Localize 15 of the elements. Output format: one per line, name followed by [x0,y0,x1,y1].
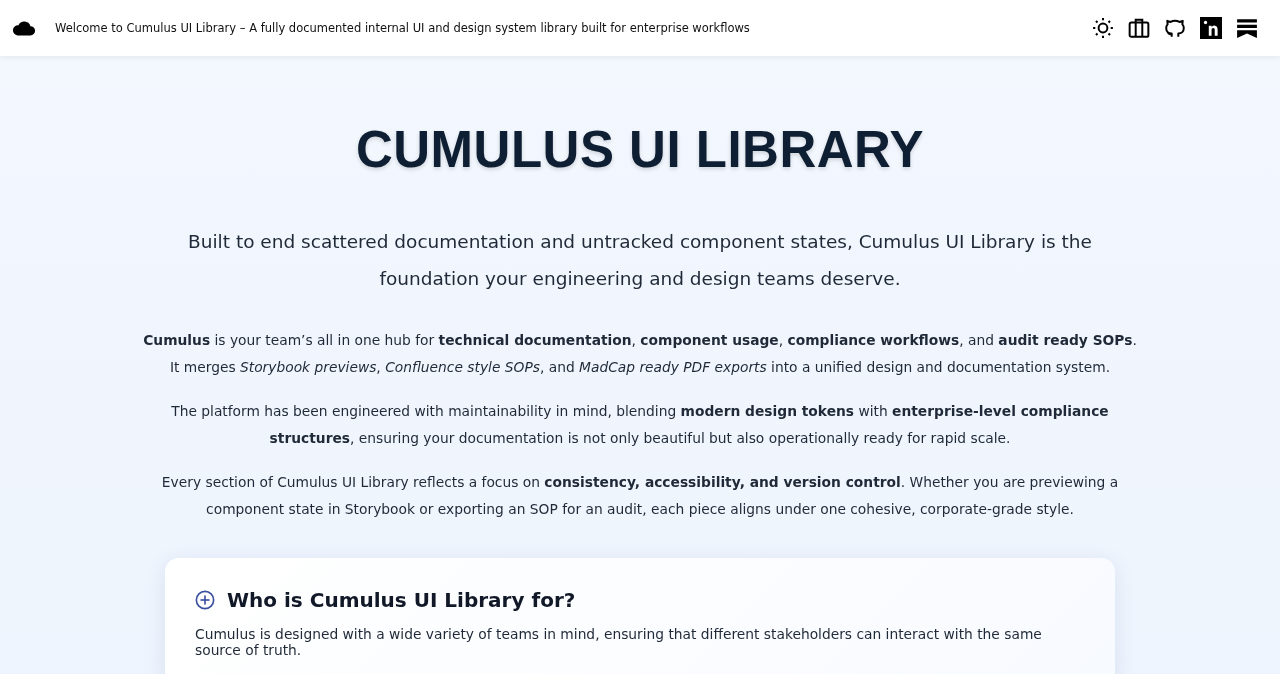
briefcase-icon[interactable] [1128,17,1150,39]
subtitle: Built to end scattered documentation and untracked component states, Cumulus UI Library is the foundation your engineering and design teams deserve. [187,230,1093,291]
paragraph: The platform has been engineered with maintainability in mind, blending modern design tokens with enterprise-level compliance structures, ensuring your documentation is not only beautiful but also operationally ready for rapid scale. [170,402,1110,448]
section-heading[interactable]: Who is Cumulus UI Library for? [227,588,576,612]
paragraph: Every section of Cumulus UI Library reflects a focus on consistency, accessibility, and version control. Whether you are previewing a component state in Storybook or exporting an SOP for an audit, each piece aligns under one cohesive, corporate-grade style. [160,473,1120,519]
cloud-icon[interactable] [12,19,36,37]
page-title: CUMULUS UI LIBRARY [355,120,925,179]
header-title: Welcome to Cumulus UI Library – A fully documented internal UI and design system library built for enterprise workflows [55,21,751,35]
section-text: Cumulus is designed with a wide variety of teams in mind, ensuring that different stakeholders can interact with the same source of truth. [195,626,1043,658]
cat-icon[interactable] [1164,17,1186,39]
sun-icon[interactable] [1092,17,1114,39]
paragraph: Cumulus is your team’s all in one hub for technical documentation, component usage, compliance workflows, and audit ready SOPs. It merges Storybook previews, Confluence style SOPs, and MadCap ready PDF exports into a unified design and documentation system. [142,331,1138,377]
square-logo-icon[interactable] [1200,17,1222,39]
stacked-bars-icon[interactable] [1236,17,1258,39]
plus-circle-icon[interactable] [195,590,215,610]
